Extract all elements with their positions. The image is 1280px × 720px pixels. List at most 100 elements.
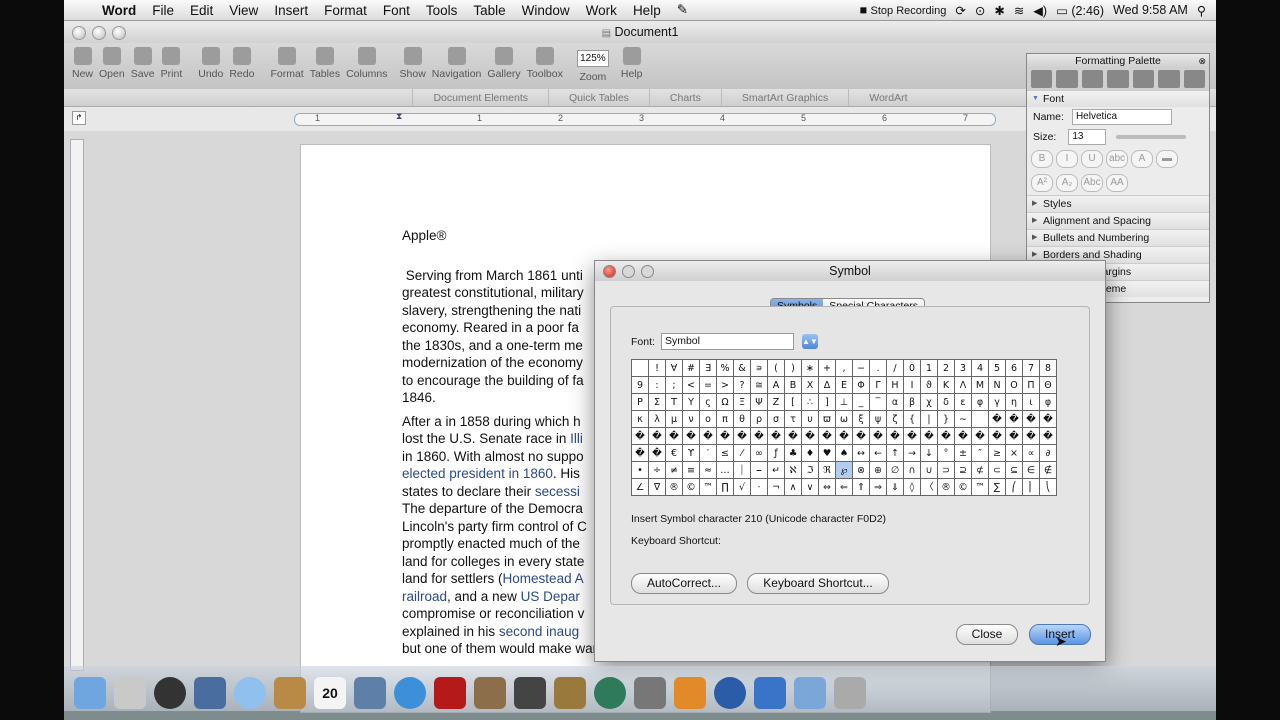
symbol-cell[interactable]: τ	[785, 411, 802, 428]
stop-recording-item[interactable]: ■ Stop Recording	[859, 3, 946, 17]
symbol-cell[interactable]: ν	[683, 411, 700, 428]
symbol-cell[interactable]: Ν	[989, 377, 1006, 394]
window-close-button[interactable]	[72, 26, 86, 40]
quicktime-icon[interactable]	[714, 677, 746, 709]
font-name-field[interactable]: Helvetica	[1071, 109, 1172, 125]
symbol-cell[interactable]: ∍	[751, 360, 768, 377]
symbol-cell[interactable]: ″	[972, 445, 989, 462]
symbol-cell[interactable]: ™	[700, 479, 717, 496]
symbol-cell[interactable]: 0	[904, 360, 921, 377]
symbol-cell[interactable]: Ρ	[632, 394, 649, 411]
toolbar-redo-button[interactable]: Redo	[229, 43, 254, 80]
symbol-cell[interactable]: θ	[734, 411, 751, 428]
symbol-cell[interactable]: ϑ	[921, 377, 938, 394]
symbol-cell[interactable]: ±	[955, 445, 972, 462]
symbol-cell[interactable]: ℘	[836, 462, 853, 479]
symbol-cell[interactable]: Γ	[870, 377, 887, 394]
symbol-cell[interactable]: ?	[734, 377, 751, 394]
symbol-cell[interactable]: ⊄	[972, 462, 989, 479]
safari-icon[interactable]	[234, 677, 266, 709]
symbol-cell[interactable]: ↔	[853, 445, 870, 462]
symbol-cell[interactable]: ¬	[768, 479, 785, 496]
palette-section-alignment[interactable]: Alignment and Spacing	[1027, 212, 1209, 229]
symbol-cell[interactable]: �	[768, 428, 785, 445]
symbol-cell[interactable]: ⏐	[734, 462, 751, 479]
menu-work[interactable]: Work	[578, 3, 625, 18]
symbol-cell[interactable]: ω	[836, 411, 853, 428]
symbol-cell[interactable]: ∅	[887, 462, 904, 479]
symbol-cell[interactable]: _	[853, 394, 870, 411]
bold-button[interactable]: B	[1031, 150, 1053, 168]
font-size-slider[interactable]	[1116, 135, 1187, 139]
symbol-cell[interactable]: ρ	[751, 411, 768, 428]
symbol-cell[interactable]: ∃	[700, 360, 717, 377]
iphoto-icon[interactable]	[354, 677, 386, 709]
symbol-cell[interactable]: ♣	[785, 445, 802, 462]
symbol-cell[interactable]: Χ	[802, 377, 819, 394]
symbol-cell[interactable]: ⇐	[836, 479, 853, 496]
symbol-cell[interactable]: ≡	[683, 462, 700, 479]
menu-view[interactable]: View	[221, 3, 266, 18]
symbol-cell[interactable]: �	[819, 428, 836, 445]
toolbar-help-button[interactable]: Help	[621, 43, 642, 80]
symbol-cell[interactable]: �	[700, 428, 717, 445]
symbol-cell[interactable]: �	[666, 428, 683, 445]
doc-hyperlink[interactable]: US Depar	[521, 589, 580, 604]
symbol-cell[interactable]: ®	[938, 479, 955, 496]
symbol-cell[interactable]: ←	[870, 445, 887, 462]
symbol-cell[interactable]: ♠	[836, 445, 853, 462]
compatibility-icon[interactable]	[1158, 70, 1180, 88]
symbol-cell[interactable]: �	[632, 445, 649, 462]
symbol-cell[interactable]: ©	[683, 479, 700, 496]
symbol-cell[interactable]: ↑	[887, 445, 904, 462]
symbol-cell[interactable]: �	[802, 428, 819, 445]
symbol-cell[interactable]: π	[717, 411, 734, 428]
highlight-button[interactable]: ▬	[1156, 150, 1178, 168]
symbol-cell[interactable]: √	[734, 479, 751, 496]
symbol-cell[interactable]: �	[836, 428, 853, 445]
symbol-cell[interactable]: ‾	[870, 394, 887, 411]
symbol-cell[interactable]: →	[904, 445, 921, 462]
symbol-cell[interactable]: ÷	[649, 462, 666, 479]
symbol-cell[interactable]: 3	[955, 360, 972, 377]
symbol-cell[interactable]: ∧	[785, 479, 802, 496]
menu-app-word[interactable]: Word	[94, 3, 144, 18]
menu-help[interactable]: Help	[625, 3, 669, 18]
symbol-cell[interactable]: �	[785, 428, 802, 445]
symbol-cell[interactable]: �	[955, 428, 972, 445]
symbol-cell[interactable]: ≅	[751, 377, 768, 394]
symbol-cell[interactable]: ⎜	[1023, 479, 1040, 496]
strikethrough-button[interactable]: abc	[1106, 150, 1128, 168]
symbol-cell[interactable]: ♦	[802, 445, 819, 462]
symbol-cell[interactable]: ⇓	[887, 479, 904, 496]
symbol-cell[interactable]: ◊	[904, 479, 921, 496]
symbol-cell[interactable]: �	[989, 428, 1006, 445]
toolbar-gallery-button[interactable]: Gallery	[487, 43, 521, 80]
symbol-cell[interactable]: �	[717, 428, 734, 445]
symbol-cell[interactable]: 4	[972, 360, 989, 377]
toolbar-undo-button[interactable]: Undo	[198, 43, 223, 80]
symbol-cell[interactable]: ∀	[666, 360, 683, 377]
symbol-cell[interactable]: ©	[955, 479, 972, 496]
symbol-cell[interactable]: ∑	[989, 479, 1006, 496]
symbol-cell[interactable]: φ	[972, 394, 989, 411]
symbol-cell[interactable]: �	[751, 428, 768, 445]
script-menu-icon[interactable]: ✎	[669, 2, 696, 18]
tab-charts[interactable]: Charts	[648, 89, 721, 106]
photo-booth-icon[interactable]	[434, 677, 466, 709]
word-icon[interactable]	[754, 677, 786, 709]
symbol-cell[interactable]: �	[904, 428, 921, 445]
symbol-cell[interactable]: ⋅	[751, 479, 768, 496]
symbol-cell[interactable]: Φ	[853, 377, 870, 394]
symbol-cell[interactable]: Υ	[683, 394, 700, 411]
palette-section-styles[interactable]: Styles	[1027, 195, 1209, 212]
symbol-cell[interactable]: κ	[632, 411, 649, 428]
symbol-cell[interactable]: Ξ	[734, 394, 751, 411]
symbol-cell[interactable]: ∗	[802, 360, 819, 377]
symbol-cell[interactable]: •	[632, 462, 649, 479]
symbol-cell[interactable]: ↵	[768, 462, 785, 479]
symbol-cell[interactable]: ∪	[921, 462, 938, 479]
symbol-cell[interactable]: Κ	[938, 377, 955, 394]
symbol-cell[interactable]: �	[632, 428, 649, 445]
symbol-cell[interactable]: �	[1040, 411, 1057, 428]
